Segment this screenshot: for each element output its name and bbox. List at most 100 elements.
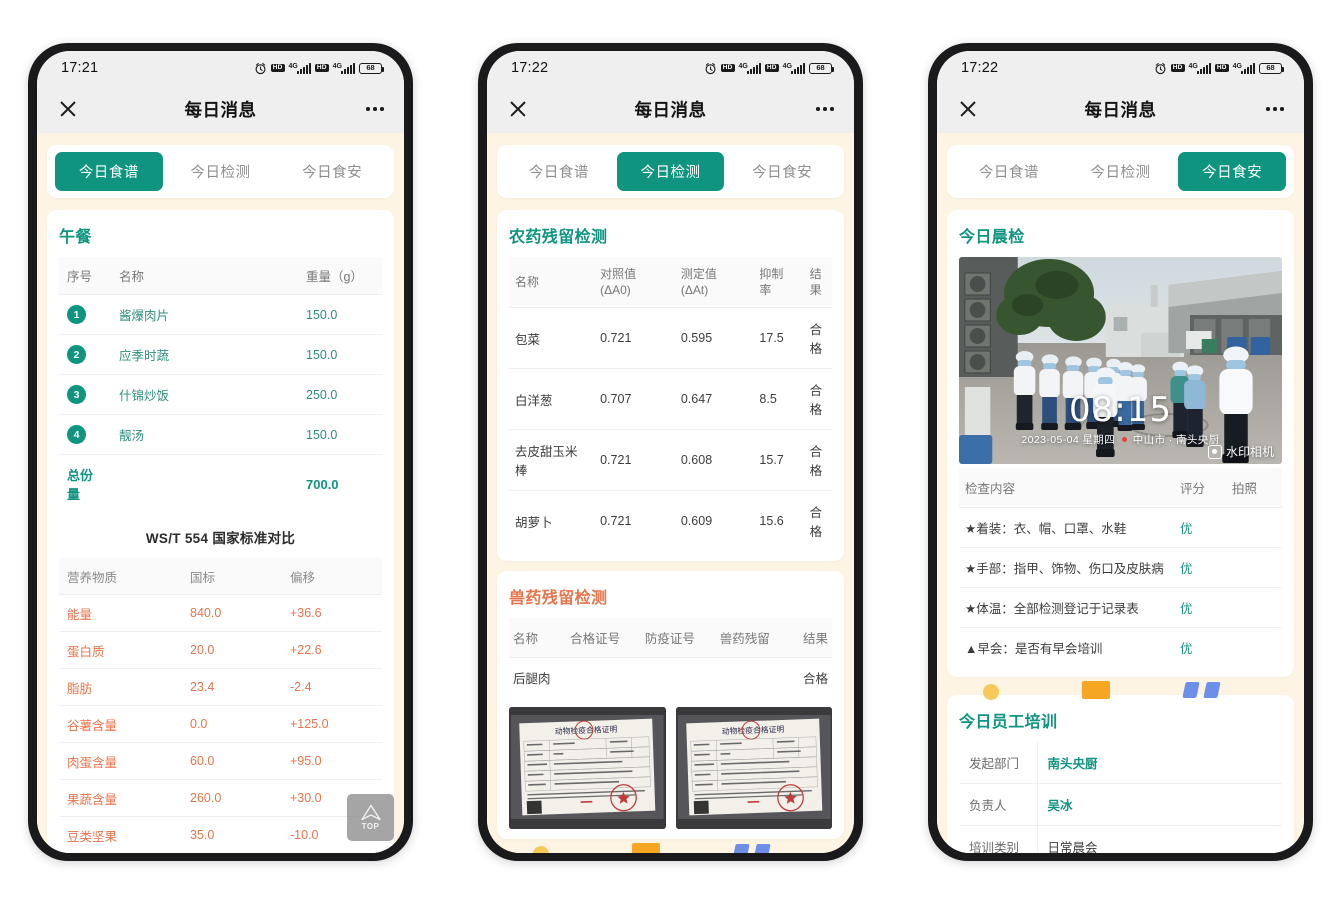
nav-bar: 每日消息 [487, 85, 854, 133]
nutri-dev: +36.6 [282, 594, 382, 632]
status-badge: 合格 [803, 307, 832, 370]
table-row: 4 靓汤 150.0 [59, 414, 382, 455]
confetti-circle [983, 684, 999, 700]
training-table: 发起部门南头央厨 负责人吴冰 培训类别日常晨会 培训时长28.0分钟 开始时间2… [959, 742, 1282, 853]
pest-at: 0.647 [674, 368, 754, 431]
signal-2: 4G [783, 62, 805, 74]
row-no: 4 [59, 414, 111, 455]
certificate-photo[interactable]: 动物检疫合格证明 [675, 707, 832, 830]
camera-icon [1207, 444, 1222, 459]
row-weight: 150.0 [298, 414, 382, 455]
pesticide-title: 农药残留检测 [509, 229, 608, 246]
training-value: 日常晨会 [1037, 825, 1282, 853]
table-row: 胡萝卜 0.721 0.609 15.6 合格 [509, 491, 832, 552]
nutri-std: 260.0 [182, 779, 282, 817]
phone-3: 17:22 HD 4G HD 4G 68 每日消息 今日食谱 今日检测 今日食安… [928, 43, 1313, 861]
battery-icon: 68 [359, 62, 385, 74]
insp-item: ★体温：全部检测登记于记录表 [959, 587, 1174, 628]
veterinary-residue-card: 兽药残留检测 名称 合格证号 防疫证号 兽药残留 结果 后腿肉 合格 动物检疫合… [497, 571, 844, 840]
tab-today-safety[interactable]: 今日食安 [278, 152, 386, 191]
pesticide-header-row: 名称 对照值 (ΔA0) 测定值 (ΔAt) 抑制率 结果 [509, 257, 832, 309]
tab-today-menu[interactable]: 今日食谱 [955, 152, 1063, 191]
insp-photo[interactable] [1226, 628, 1282, 668]
row-dish-name: 靓汤 [111, 414, 298, 455]
hd-badge-1: HD [1170, 63, 1185, 73]
phone-2: 17:22 HD 4G HD 4G 68 每日消息 今日食谱 今日检测 今日食安… [478, 43, 863, 861]
phone-1-screen: 17:21 HD 4G HD 4G 68 每日消息 今日食谱 今日检测 今日食安… [37, 51, 404, 853]
tab-today-safety[interactable]: 今日食安 [1178, 152, 1287, 191]
table-row: 2 应季时蔬 150.0 [59, 334, 382, 375]
certificate-photo[interactable]: 动物检疫合格证明 [509, 707, 666, 830]
tab-today-menu[interactable]: 今日食谱 [505, 152, 613, 191]
total-label: 总份量 [67, 468, 94, 502]
confetti-divider [497, 843, 844, 853]
row-weight: 250.0 [298, 374, 382, 415]
page-body: 今日食谱 今日检测 今日食安 午餐 序号 名称 重量（g） 1 酱爆肉片 150.0 [37, 133, 404, 853]
status-clock: 17:21 [61, 60, 99, 76]
pest-rate: 15.7 [753, 429, 804, 492]
alarm-icon [255, 62, 266, 74]
row-weight: 150.0 [298, 294, 382, 335]
nutri-std: 23.4 [182, 668, 282, 706]
insp-photo[interactable] [1226, 547, 1282, 588]
status-icons: HD 4G HD 4G 68 [1154, 62, 1285, 75]
close-icon[interactable] [507, 98, 529, 120]
tab-today-test[interactable]: 今日检测 [616, 152, 725, 191]
table-row: 谷薯含量 0.0 +125.0 [59, 705, 382, 743]
confetti-parallelogram-1 [1182, 682, 1200, 698]
table-row: 3 什锦炒饭 250.0 [59, 374, 382, 415]
more-menu-icon[interactable] [816, 107, 834, 111]
tab-today-menu[interactable]: 今日食谱 [55, 152, 163, 191]
nutri-col-name: 营养物质 [59, 558, 182, 595]
table-row: 去皮甜玉米棒 0.721 0.608 15.7 合格 [509, 429, 832, 492]
inspection-header-row: 检查内容 评分 拍照 [959, 468, 1282, 508]
pest-at: 0.595 [674, 307, 754, 370]
status-clock: 17:22 [511, 60, 549, 76]
insp-photo[interactable] [1226, 587, 1282, 628]
vet-name: 后腿肉 [513, 672, 551, 687]
nutrition-standard-table: 营养物质 国标 偏移 能量 840.0 +36.6 蛋白质 20.0 +22.6 脂肪 2… [59, 558, 382, 853]
pest-rate: 15.6 [759, 514, 784, 529]
tab-today-test[interactable]: 今日检测 [1067, 152, 1175, 191]
table-row: 1 酱爆肉片 150.0 [59, 294, 382, 335]
more-menu-icon[interactable] [1266, 107, 1284, 111]
total-value: 700.0 [306, 476, 339, 492]
table-row: 果蔬含量 260.0 +30.0 [59, 779, 382, 817]
insp-col-item: 检查内容 [959, 468, 1174, 508]
vet-quarantine [641, 658, 716, 698]
pesticide-residue-card: 农药残留检测 名称 对照值 (ΔA0) 测定值 (ΔAt) 抑制率 结果 包菜 0.7… [497, 210, 844, 562]
page-body: 今日食谱 今日检测 今日食安 农药残留检测 名称 对照值 (ΔA0) 测定值 (ΔA… [487, 133, 854, 853]
employee-training-card: 今日员工培训 发起部门南头央厨 负责人吴冰 培训类别日常晨会 培训时长28.0分… [947, 695, 1294, 853]
pest-a0: 0.721 [594, 307, 675, 370]
insp-grade: 优 [1174, 507, 1226, 548]
battery-level: 68 [816, 63, 825, 73]
signal-2: 4G [1233, 62, 1255, 74]
morning-inspection-photo[interactable]: 08:15 2023-05-04 星期四 中山市 · 南头央厨 水印相机 [959, 257, 1282, 464]
pest-col-result-l2: 果 [809, 283, 822, 298]
status-badge: 合格 [803, 368, 832, 431]
photo-watermark: 水印相机 [1207, 443, 1274, 460]
tab-today-safety[interactable]: 今日食安 [728, 152, 836, 191]
table-row: ▲早会：是否有早会培训 优 [959, 628, 1282, 668]
nav-bar: 每日消息 [937, 85, 1304, 133]
nutrition-header-row: 营养物质 国标 偏移 [59, 558, 382, 595]
status-badge: 合格 [809, 506, 823, 540]
pest-col-a0-l1: 对照值 [600, 267, 637, 281]
pest-col-result: 结果 [803, 257, 832, 309]
insp-item: ★着装：衣、帽、口罩、水鞋 [959, 507, 1174, 548]
certificate-photo-image: 动物检疫合格证明 [509, 707, 666, 830]
veterinary-header-row: 名称 合格证号 防疫证号 兽药残留 结果 [509, 618, 832, 659]
back-to-top-button[interactable]: TOP [347, 794, 394, 841]
insp-photo[interactable] [1226, 507, 1282, 548]
tab-today-test[interactable]: 今日检测 [167, 152, 275, 191]
battery-level: 68 [1266, 63, 1275, 73]
insp-grade: 优 [1180, 642, 1193, 656]
more-menu-icon[interactable] [366, 107, 384, 111]
arrow-up-icon [360, 804, 381, 821]
close-icon[interactable] [57, 98, 79, 120]
employee-training-title: 今日员工培训 [959, 714, 1058, 731]
status-icons: HD 4G HD 4G 68 [704, 62, 835, 75]
table-row: ★着装：衣、帽、口罩、水鞋优 [959, 507, 1282, 548]
close-icon[interactable] [957, 98, 979, 120]
hd-badge-1: HD [270, 63, 285, 73]
